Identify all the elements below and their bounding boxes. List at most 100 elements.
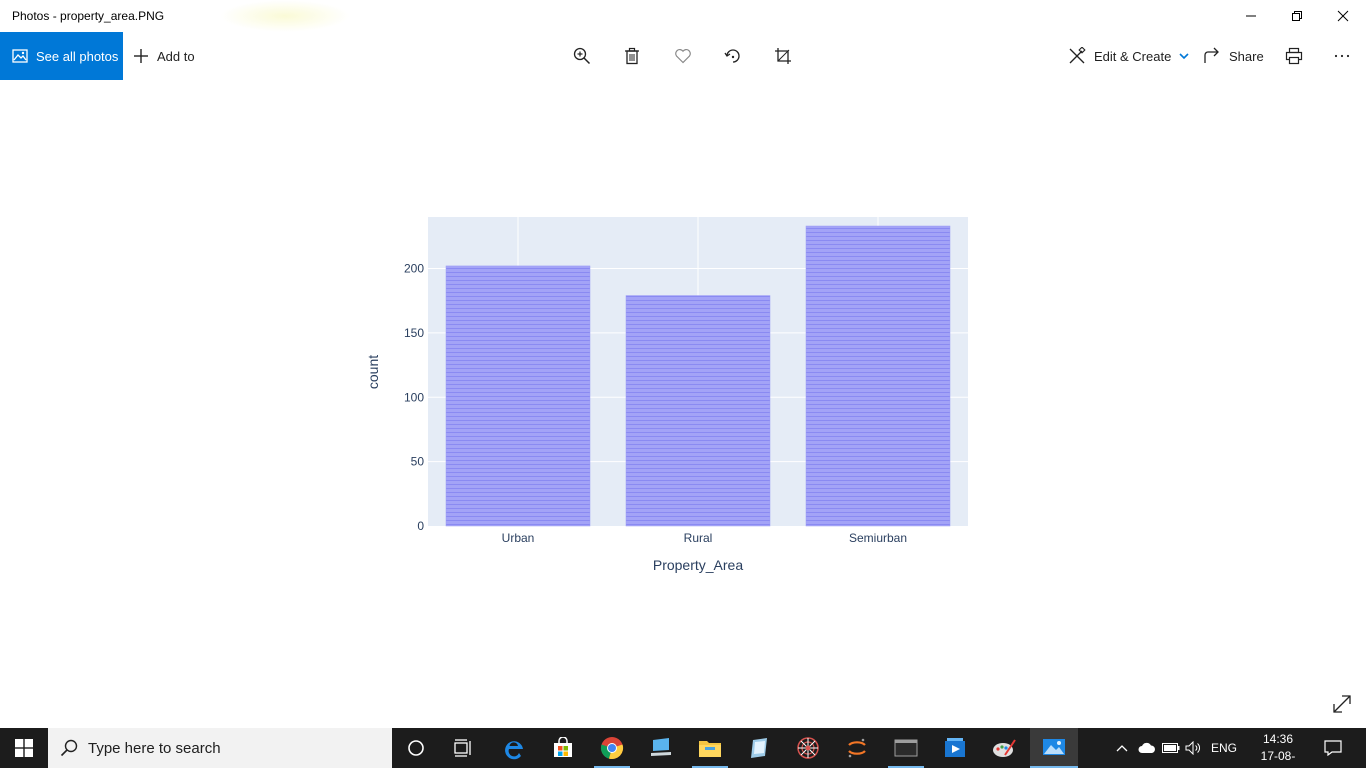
bar-chart-svg: 0 50 100 150 200 Urban Rural Semiurban Propert…	[365, 217, 968, 573]
show-hidden-icons-button[interactable]	[1112, 728, 1132, 768]
print-button[interactable]	[1282, 44, 1306, 68]
edit-create-button[interactable]: Edit & Create	[1068, 32, 1189, 80]
taskbar-app-video[interactable]	[931, 728, 979, 768]
clock-time: 14:36	[1262, 732, 1294, 746]
see-all-photos-label: See all photos	[36, 48, 119, 64]
taskbar-app-chrome[interactable]	[588, 728, 636, 768]
taskbar-app-this-pc[interactable]	[637, 728, 685, 768]
edit-create-icon	[1069, 47, 1086, 64]
battery-button[interactable]	[1160, 728, 1182, 768]
expand-icon	[1333, 695, 1351, 713]
task-view-icon	[454, 739, 471, 757]
zoom-in-icon	[573, 47, 591, 65]
taskbar-search-box[interactable]: Type here to search	[48, 728, 392, 768]
restore-button[interactable]	[1274, 0, 1320, 32]
cortana-button[interactable]	[392, 728, 440, 768]
cortana-icon	[408, 740, 424, 756]
taskbar-app-notes[interactable]	[735, 728, 783, 768]
taskbar-app-photos[interactable]	[1030, 728, 1078, 768]
photos-icon	[1043, 739, 1065, 755]
y-tick-label: 200	[404, 262, 424, 276]
language-indicator: ENG	[1210, 741, 1237, 755]
crop-button[interactable]	[771, 44, 795, 68]
speaker-icon	[1185, 741, 1200, 755]
action-center-button[interactable]	[1318, 728, 1348, 768]
x-axis-label: Property_Area	[653, 557, 743, 573]
start-button[interactable]	[0, 728, 48, 768]
bar-urban	[445, 265, 591, 527]
y-tick-label: 150	[404, 326, 424, 340]
see-all-photos-button[interactable]: See all photos	[0, 32, 123, 80]
volume-button[interactable]	[1183, 728, 1205, 768]
y-tick-label: 0	[417, 519, 424, 533]
close-icon	[1337, 10, 1349, 22]
taskbar-app-jupyter[interactable]	[833, 728, 881, 768]
plus-icon	[134, 49, 148, 63]
clock-date: 17-08-2020	[1260, 749, 1296, 780]
paint-icon	[993, 739, 1016, 757]
x-tick-label: Rural	[684, 531, 713, 545]
restore-icon	[1292, 11, 1302, 21]
title-bar: Photos - property_area.PNG	[0, 0, 1366, 32]
rotate-button[interactable]	[721, 44, 745, 68]
taskbar: Type here to search ENG 14:36 17-08-2020	[0, 728, 1366, 780]
printer-icon	[1285, 47, 1303, 65]
x-tick-labels: Urban Rural Semiurban	[502, 531, 907, 545]
computer-icon	[651, 738, 671, 756]
input-language-button[interactable]: ENG	[1208, 728, 1240, 768]
taskbar-app-spider[interactable]	[784, 728, 832, 768]
spider-web-icon	[797, 737, 819, 759]
add-to-button[interactable]: Add to	[133, 32, 195, 80]
photo-gallery-icon	[12, 49, 28, 63]
bar-rural	[625, 295, 771, 527]
onedrive-button[interactable]	[1136, 728, 1158, 768]
x-tick-label: Urban	[502, 531, 535, 545]
bar-semiurban	[805, 225, 951, 527]
task-view-button[interactable]	[440, 728, 488, 768]
chevron-up-icon	[1116, 745, 1128, 752]
delete-button[interactable]	[620, 44, 644, 68]
taskbar-app-edge[interactable]	[490, 728, 538, 768]
terminal-icon	[894, 739, 918, 757]
minimize-button[interactable]	[1228, 0, 1274, 32]
notification-icon	[1324, 740, 1342, 756]
photos-toolbar: See all photos Add to Edit & Create Shar…	[0, 32, 1366, 80]
video-player-icon	[945, 738, 965, 757]
search-placeholder: Type here to search	[88, 739, 221, 757]
crop-icon	[775, 48, 791, 64]
more-icon	[1334, 54, 1350, 58]
cloud-icon	[1138, 742, 1155, 753]
zoom-button[interactable]	[570, 44, 594, 68]
battery-icon	[1162, 743, 1180, 753]
minimize-icon	[1246, 15, 1256, 17]
taskbar-app-store[interactable]	[539, 728, 587, 768]
y-tick-labels: 0 50 100 150 200	[404, 262, 424, 534]
chrome-icon	[600, 737, 624, 760]
edit-create-label: Edit & Create	[1094, 48, 1172, 64]
taskbar-app-file-explorer[interactable]	[686, 728, 734, 768]
clock[interactable]: 14:36 17-08-2020	[1248, 731, 1308, 782]
x-tick-label: Semiurban	[849, 531, 907, 545]
heart-icon	[675, 49, 691, 64]
windows-logo-icon	[15, 739, 33, 757]
fullscreen-button[interactable]	[1330, 692, 1354, 716]
y-tick-label: 50	[411, 455, 425, 469]
store-icon	[554, 737, 572, 757]
search-icon	[60, 739, 78, 757]
folder-icon	[699, 741, 721, 757]
share-label: Share	[1229, 48, 1264, 64]
bar-chart: 0 50 100 150 200 Urban Rural Semiurban Propert…	[340, 200, 1000, 590]
favorite-button[interactable]	[671, 44, 695, 68]
taskbar-app-paint[interactable]	[980, 728, 1028, 768]
edge-icon	[505, 741, 523, 760]
jupyter-icon	[848, 738, 866, 758]
more-options-button[interactable]	[1330, 44, 1354, 68]
window-title: Photos - property_area.PNG	[12, 9, 165, 23]
title-bar-glow	[220, 0, 350, 32]
close-button[interactable]	[1320, 0, 1366, 32]
chevron-down-icon	[1179, 53, 1189, 60]
y-axis-label: count	[365, 355, 381, 389]
taskbar-app-terminal[interactable]	[882, 728, 930, 768]
share-button[interactable]: Share	[1203, 32, 1264, 80]
rotate-icon	[724, 49, 740, 63]
